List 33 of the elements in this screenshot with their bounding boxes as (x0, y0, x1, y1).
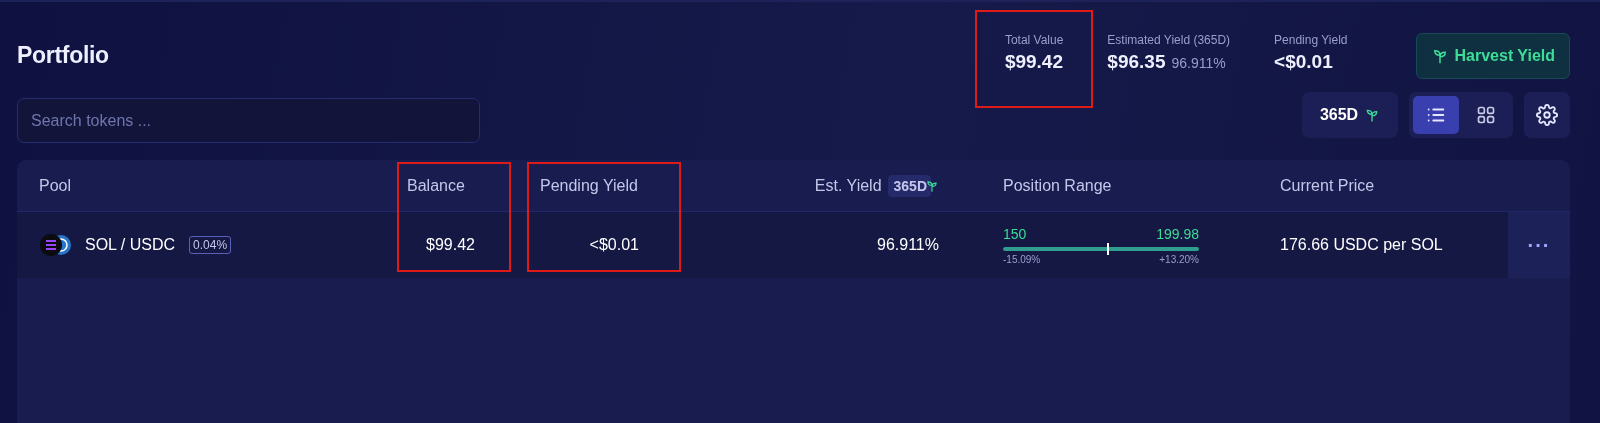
stat-percent: 96.911% (1171, 55, 1226, 71)
column-header: Position Range (1003, 176, 1112, 195)
pool-name: SOL / USDC (85, 236, 176, 254)
search-field[interactable]: Search tokens ... (17, 98, 480, 143)
stat-value: $96.35 (1107, 51, 1166, 73)
column-header: Current Price (1280, 176, 1375, 195)
column-header: Est. Yield (814, 176, 882, 195)
pending-yield-value: <$0.01 (589, 236, 639, 254)
fee-tag: 0.04% (189, 236, 232, 254)
est-yield-value: 96.911% (877, 236, 939, 254)
column-header: Pending Yield (540, 176, 638, 195)
grid-icon (1476, 105, 1496, 125)
range-high: 199.98 (1156, 225, 1199, 242)
stat-label: Pending Yield (1274, 33, 1348, 47)
settings-icon (1536, 104, 1558, 126)
range-high-percent: +13.20% (1159, 253, 1199, 265)
period-button[interactable]: 365D (1302, 92, 1398, 138)
harvest-button[interactable]: Harvest Yield (1415, 33, 1570, 79)
column-header: Pool (39, 176, 72, 195)
stat-value: $99.42 (1004, 51, 1063, 73)
stat-value: <$0.01 (1274, 51, 1333, 73)
period-badge: 365D (887, 174, 931, 197)
column-header: Balance (407, 176, 465, 195)
range-low-percent: -15.09% (1003, 253, 1041, 265)
page-title: Portfolio (17, 42, 110, 70)
range-low: 150 (1003, 225, 1027, 242)
settings-button[interactable] (1524, 92, 1570, 138)
list-view-button[interactable] (1413, 96, 1459, 134)
stat-label: Total Value (1004, 33, 1064, 47)
balance-value: $99.42 (426, 236, 475, 254)
stat-label: Estimated Yield (365D) (1107, 33, 1231, 47)
sprout-icon (925, 178, 939, 193)
current-price: 176.66 USDC per SOL (1280, 236, 1443, 254)
